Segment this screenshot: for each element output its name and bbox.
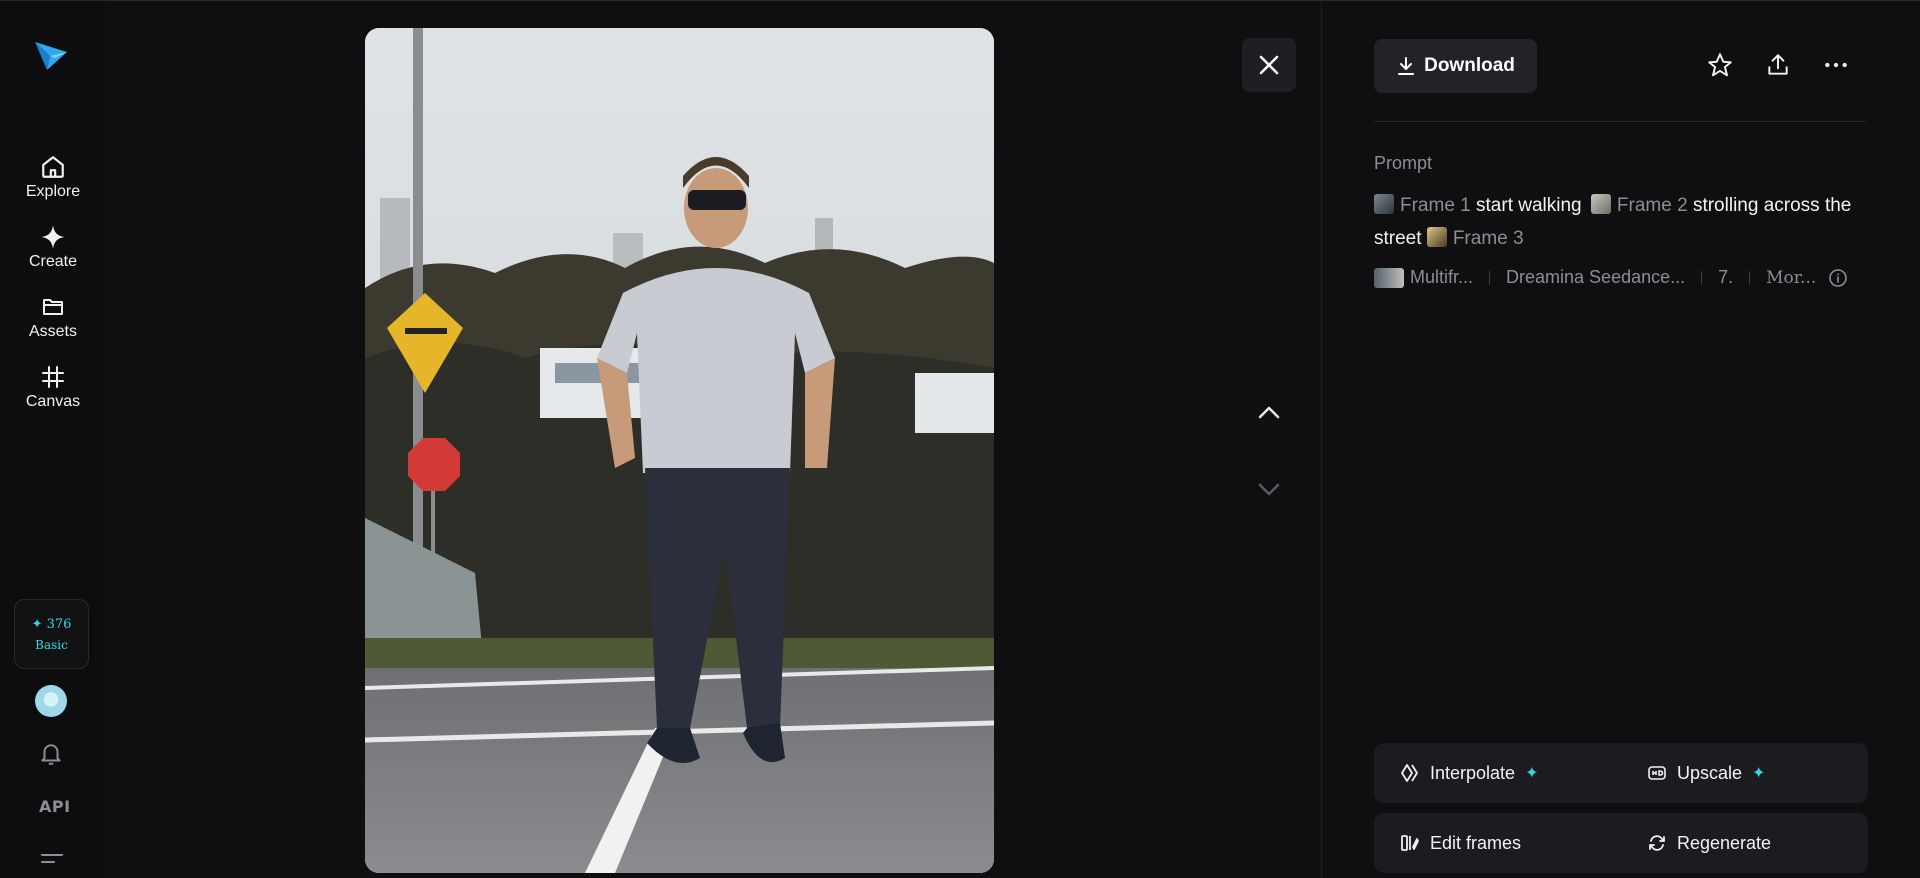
- avatar[interactable]: [35, 685, 67, 717]
- generation-meta: Multifr... Dreamina Seedance... 7. Mor..…: [1374, 267, 1894, 288]
- interpolate-button[interactable]: Interpolate ✦: [1374, 743, 1621, 803]
- hd-icon: [1648, 766, 1666, 780]
- model-label[interactable]: Dreamina Seedance...: [1506, 267, 1685, 288]
- panel-toolbar: [1706, 51, 1850, 79]
- close-button[interactable]: [1242, 38, 1296, 92]
- interpolate-label: Interpolate: [1430, 762, 1516, 783]
- video-frame-image: [365, 28, 994, 873]
- panel-divider: [1374, 121, 1866, 122]
- actions-row-1: Interpolate ✦ Upscale ✦: [1374, 743, 1868, 803]
- sparkle-icon: [39, 223, 67, 251]
- mode-label[interactable]: Multifr...: [1410, 267, 1473, 288]
- folder-icon: [39, 293, 67, 321]
- more-icon[interactable]: [1822, 51, 1850, 79]
- interpolate-icon: [1401, 764, 1418, 782]
- frame-2-thumbnail: [1590, 194, 1611, 214]
- api-link[interactable]: API: [39, 797, 71, 816]
- star-icon[interactable]: [1706, 51, 1734, 79]
- regenerate-label: Regenerate: [1677, 832, 1772, 853]
- sidebar: Explore Create Assets Canvas ✦ 376 Basic: [0, 1, 106, 878]
- credits-badge[interactable]: ✦ 376 Basic: [14, 599, 89, 669]
- frame-1-thumbnail: [1374, 194, 1394, 214]
- meta-separator: [1489, 270, 1491, 285]
- meta-separator: [1749, 270, 1751, 285]
- prompt-label: Prompt: [1374, 153, 1433, 173]
- frame-3-ref: Frame 3: [1452, 228, 1524, 249]
- sidebar-item-explore[interactable]: Explore: [0, 153, 106, 201]
- frame-1-ref: Frame 1: [1400, 195, 1471, 216]
- edit-frames-label: Edit frames: [1430, 832, 1522, 853]
- sidebar-item-label: Create: [28, 253, 78, 270]
- sidebar-item-create[interactable]: Create: [0, 223, 106, 271]
- info-icon[interactable]: [1828, 268, 1848, 288]
- menu-icon[interactable]: [40, 851, 64, 871]
- video-preview[interactable]: [365, 28, 994, 873]
- logo-icon[interactable]: [33, 36, 69, 72]
- prompt-segment-1: start walking: [1476, 195, 1582, 216]
- actions-row-2: Edit frames Regenerate: [1374, 813, 1868, 873]
- regenerate-button[interactable]: Regenerate: [1621, 813, 1868, 873]
- download-button[interactable]: Download: [1374, 39, 1537, 93]
- sidebar-item-canvas[interactable]: Canvas: [0, 363, 106, 411]
- prompt-text: Frame 1 start walking Frame 2 strolling …: [1374, 189, 1874, 255]
- chevron-up-icon[interactable]: [1255, 399, 1283, 427]
- download-icon: [1398, 57, 1415, 75]
- sparkle-icon: ✦: [1752, 765, 1766, 782]
- bell-icon[interactable]: [38, 741, 64, 767]
- upscale-button[interactable]: Upscale ✦: [1621, 743, 1868, 803]
- share-icon[interactable]: [1764, 51, 1792, 79]
- sidebar-item-assets[interactable]: Assets: [0, 293, 106, 341]
- more-label[interactable]: Mor...: [1766, 268, 1816, 288]
- edit-frames-icon: [1401, 835, 1419, 851]
- panel-divider: [1321, 1, 1322, 878]
- sparkle-icon: ✦: [1525, 765, 1539, 782]
- frame-icon: [39, 363, 67, 391]
- download-label: Download: [1424, 55, 1515, 76]
- regenerate-icon: [1649, 835, 1665, 851]
- app-window: Explore Create Assets Canvas ✦ 376 Basic: [0, 0, 1920, 878]
- home-icon: [39, 153, 67, 181]
- multiframe-thumbnail: [1374, 267, 1404, 288]
- edit-frames-button[interactable]: Edit frames: [1374, 813, 1621, 873]
- duration-label: 7.: [1718, 267, 1734, 287]
- frame-3-thumbnail: [1426, 227, 1447, 247]
- close-icon: [1259, 55, 1279, 75]
- sidebar-item-label: Explore: [25, 183, 81, 200]
- details-panel: Download Prompt Frame 1 start walking Fr…: [1374, 1, 1894, 878]
- plan-label: Basic: [35, 637, 68, 652]
- upscale-label: Upscale: [1677, 762, 1743, 783]
- meta-separator: [1701, 270, 1703, 285]
- frame-2-ref: Frame 2: [1616, 195, 1688, 216]
- credits-count: ✦ 376: [31, 616, 72, 632]
- chevron-down-icon[interactable]: [1255, 475, 1283, 503]
- sidebar-item-label: Canvas: [25, 393, 81, 410]
- sidebar-item-label: Assets: [28, 323, 77, 340]
